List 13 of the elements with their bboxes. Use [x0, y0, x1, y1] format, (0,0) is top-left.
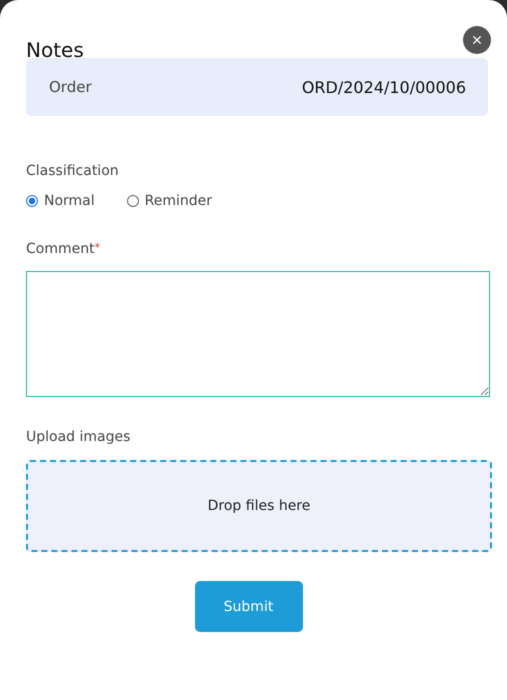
- field-label: Comment*: [26, 241, 102, 257]
- comment-field[interactable]: [26, 271, 490, 397]
- order-label: Order: [49, 78, 92, 96]
- radio-button[interactable]: [126, 195, 139, 207]
- order-number: ORD/2024/10/00006: [302, 78, 466, 96]
- field-label: Classification: [26, 163, 120, 179]
- dialog-title: Notes: [26, 38, 84, 62]
- close-button[interactable]: ×: [463, 26, 491, 54]
- radio-button[interactable]: [26, 195, 38, 207]
- radio-label[interactable]: Reminder: [144, 193, 212, 209]
- drop-zone[interactable]: Drop files here: [26, 460, 492, 552]
- radio-label[interactable]: Normal: [44, 193, 95, 209]
- field-label: Upload images: [26, 429, 132, 445]
